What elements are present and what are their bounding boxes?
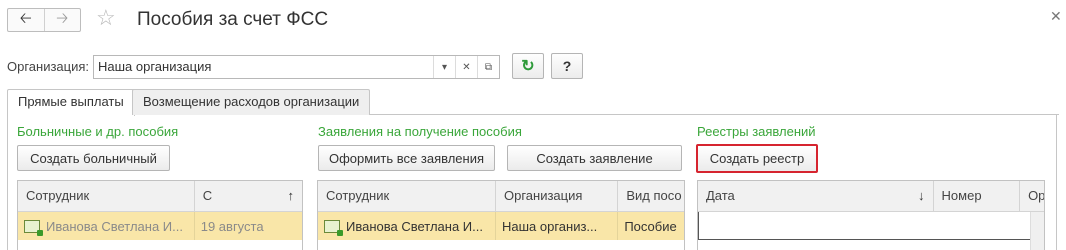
document-icon	[24, 219, 43, 236]
pane-border-right	[1056, 114, 1057, 250]
cell-organization: Наша организ...	[496, 212, 619, 240]
refresh-button[interactable]: ↻	[512, 53, 544, 79]
sick-section-title: Больничные и др. пособия	[17, 124, 179, 139]
column-organization[interactable]: Ор	[1020, 181, 1044, 211]
column-from[interactable]: С ↑	[195, 181, 302, 211]
empty-row-selected[interactable]	[698, 212, 1044, 240]
open-button[interactable]: ⧉	[477, 56, 499, 78]
tab-reimbursement[interactable]: Возмещение расходов организации	[132, 89, 371, 115]
employee-name: Иванова Светлана И...	[46, 218, 183, 234]
cell-benefit-kind: Пособие	[624, 218, 677, 234]
employee-name: Иванова Светлана И...	[346, 218, 483, 234]
column-employee[interactable]: Сотрудник	[318, 181, 496, 211]
open-link-icon: ⧉	[484, 61, 493, 73]
organization-value[interactable]: Наша организация	[94, 56, 433, 78]
page-title: Пособия за счет ФСС	[137, 9, 329, 30]
create-sick-leave-button[interactable]: Создать больничный	[17, 145, 170, 171]
column-benefit-kind[interactable]: Вид посо	[618, 181, 684, 211]
tab-direct-payments[interactable]: Прямые выплаты	[7, 89, 135, 116]
forward-button[interactable]: 🡢	[43, 9, 81, 31]
scrollbar[interactable]	[1030, 212, 1044, 250]
clear-button[interactable]: ✕	[455, 56, 477, 78]
create-register-button[interactable]: Создать реестр	[696, 144, 818, 173]
refresh-icon: ↻	[521, 58, 535, 75]
column-from-label: С	[202, 188, 213, 203]
registers-table: Дата ↓ Номер Ор	[697, 180, 1045, 250]
history-nav: 🡠 🡢	[7, 8, 81, 32]
applications-section-title: Заявления на получение пособия	[318, 124, 522, 139]
table-row[interactable]: Иванова Светлана И... 19 августа	[18, 212, 302, 240]
arrow-left-icon: 🡠	[19, 9, 32, 27]
table-header: Сотрудник Организация Вид посо	[318, 181, 684, 212]
organization-field[interactable]: Наша организация ▾ ✕ ⧉	[93, 55, 500, 79]
registers-section-title: Реестры заявлений	[697, 124, 816, 139]
org-label: Организация:	[7, 59, 90, 74]
cell-employee: Иванова Светлана И...	[18, 212, 195, 240]
table-header: Сотрудник С ↑	[18, 181, 302, 212]
sick-table: Сотрудник С ↑ Иванова Светлана И... 19 а…	[17, 180, 303, 250]
close-icon[interactable]: ✕	[1050, 8, 1062, 25]
document-icon	[324, 219, 343, 236]
table-row[interactable]: Иванова Светлана И... Наша организ... По…	[318, 212, 684, 240]
column-organization[interactable]: Организация	[496, 181, 619, 211]
create-application-button[interactable]: Создать заявление	[507, 145, 682, 171]
column-date-label: Дата	[706, 188, 735, 203]
column-employee[interactable]: Сотрудник	[18, 181, 195, 211]
back-button[interactable]: 🡠	[8, 9, 44, 31]
clear-icon: ✕	[462, 61, 471, 73]
sort-up-icon: ↑	[287, 188, 295, 203]
star-icon[interactable]: ☆	[96, 5, 116, 31]
issue-all-applications-button[interactable]: Оформить все заявления	[318, 145, 495, 171]
applications-table: Сотрудник Организация Вид посо Иванова С…	[317, 180, 685, 250]
table-header: Дата ↓ Номер Ор	[698, 181, 1044, 212]
cell-employee: Иванова Светлана И...	[318, 212, 496, 240]
column-date[interactable]: Дата ↓	[698, 181, 934, 211]
pane-border-left	[7, 114, 8, 250]
column-number[interactable]: Номер	[934, 181, 1021, 211]
help-button[interactable]: ?	[551, 53, 583, 79]
cell-from: 19 августа	[200, 218, 264, 234]
dropdown-button[interactable]: ▾	[433, 56, 455, 78]
sort-down-icon: ↓	[918, 188, 925, 203]
arrow-right-icon: 🡢	[56, 9, 69, 27]
chevron-down-icon: ▾	[441, 61, 448, 73]
